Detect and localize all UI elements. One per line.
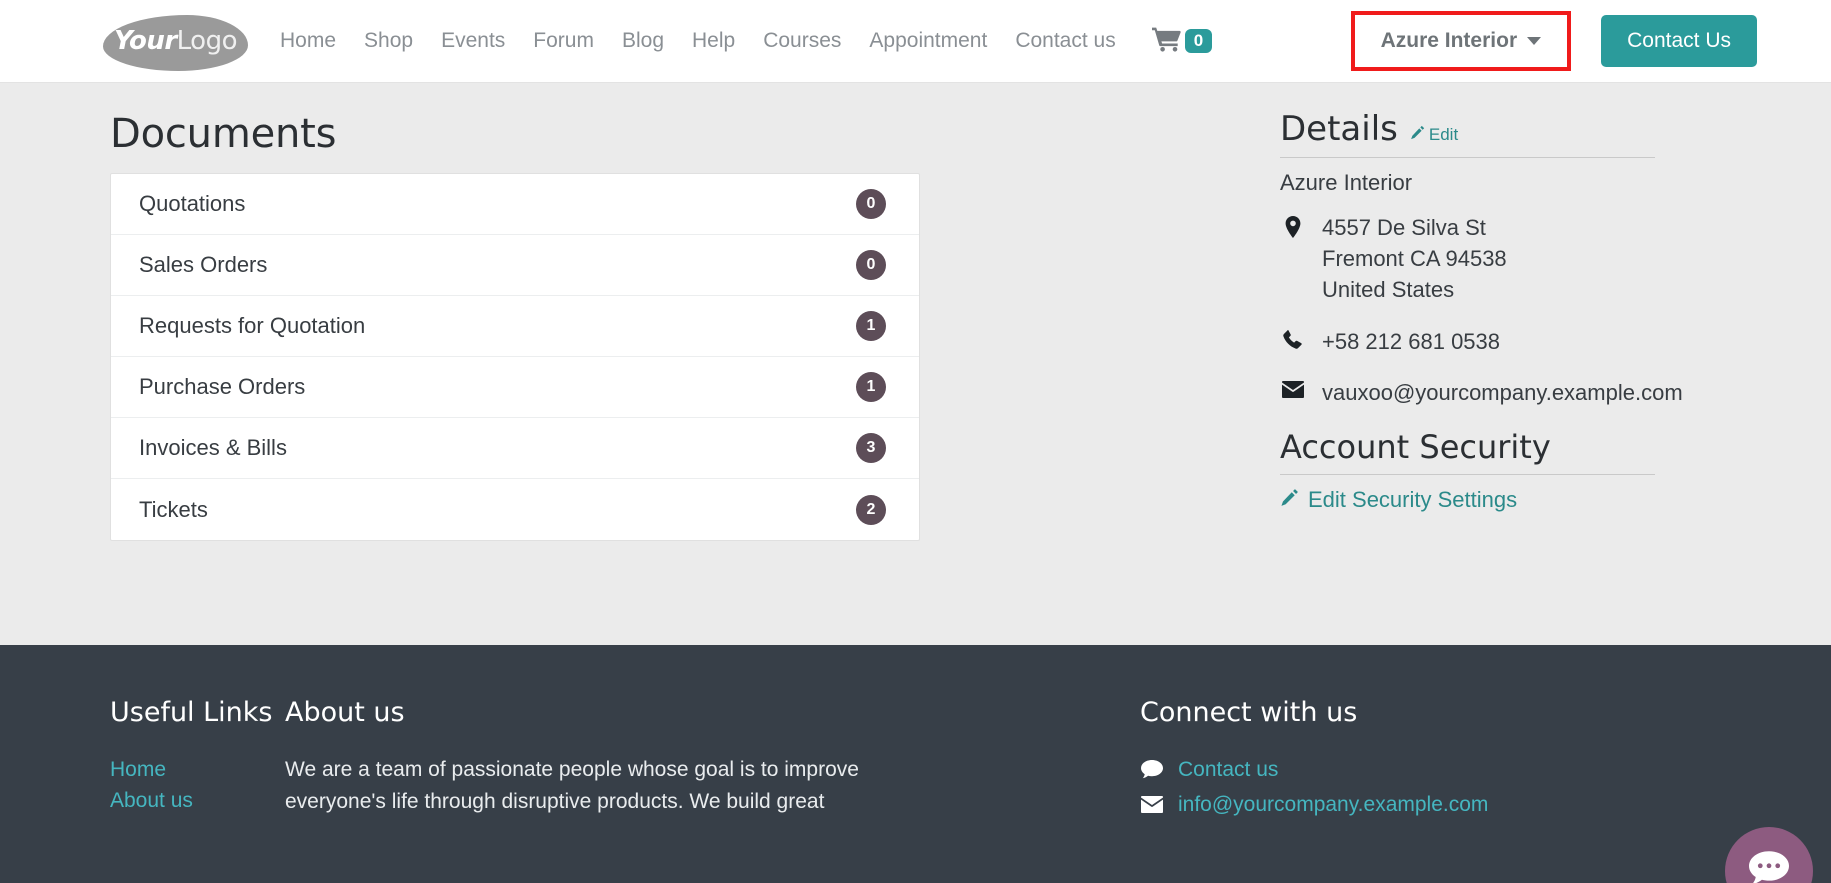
details-title: Details [1280, 109, 1398, 149]
address-line-1: 4557 De Silva St [1322, 215, 1486, 240]
logo-text: Your Logo [103, 11, 248, 71]
logo-text-secondary: Logo [176, 26, 238, 56]
edit-details-link[interactable]: Edit [1410, 125, 1458, 145]
edit-security-settings-link[interactable]: Edit Security Settings [1280, 487, 1517, 513]
account-security-title: Account Security [1280, 428, 1551, 467]
details-company-name: Azure Interior [1280, 170, 1413, 195]
footer-link-contact-us[interactable]: Contact us [1178, 754, 1278, 785]
document-row-quotations[interactable]: Quotations 0 [111, 174, 919, 235]
chat-icon [1140, 760, 1164, 779]
map-pin-icon [1280, 212, 1306, 238]
edit-details-label: Edit [1428, 125, 1459, 144]
document-row-requests-for-quotation[interactable]: Requests for Quotation 1 [111, 296, 919, 357]
documents-list: Quotations 0 Sales Orders 0 Requests for… [110, 173, 920, 541]
footer-about-us-text: We are a team of passionate people whose… [285, 758, 859, 813]
pencil-icon [1410, 125, 1425, 145]
page-title: Documents [110, 111, 337, 157]
documents-column: Documents Quotations 0 Sales Orders 0 Re… [0, 83, 1280, 645]
chevron-down-icon [1527, 37, 1542, 45]
document-label: Purchase Orders [139, 374, 306, 399]
details-address: 4557 De Silva St Fremont CA 94538 United… [1322, 212, 1507, 306]
footer-useful-links-title: Useful Links [110, 697, 273, 728]
details-phone: +58 212 681 0538 [1322, 328, 1501, 354]
footer-link-about-us[interactable]: About us [110, 785, 285, 816]
main-navigation: Home Shop Events Forum Blog Help Courses… [266, 21, 1130, 61]
contact-us-button[interactable]: Contact Us [1601, 15, 1757, 67]
cart-button[interactable]: 0 [1151, 26, 1213, 57]
document-count-badge: 2 [856, 494, 886, 525]
address-line-3: United States [1322, 277, 1455, 303]
footer-link-email[interactable]: info@yourcompany.example.com [1178, 789, 1488, 820]
logo-text-primary: Your [113, 26, 177, 56]
edit-security-settings-label: Edit Security Settings [1308, 487, 1518, 513]
site-logo[interactable]: Your Logo [103, 11, 248, 71]
nav-item-courses[interactable]: Courses [749, 21, 855, 61]
footer-contact-us-item[interactable]: Contact us [1140, 754, 1831, 785]
document-label: Quotations [139, 191, 246, 216]
details-address-row: 4557 De Silva St Fremont CA 94538 United… [1280, 212, 1821, 306]
nav-item-shop[interactable]: Shop [350, 21, 427, 61]
footer-email-item[interactable]: info@yourcompany.example.com [1140, 789, 1831, 820]
document-count-badge: 1 [856, 372, 886, 402]
details-email: vauxoo@yourcompany.example.com [1322, 379, 1683, 405]
site-footer: Useful Links Home About us About us We a… [0, 645, 1831, 883]
user-menu-highlight-box: Azure Interior [1350, 11, 1572, 71]
main-content: Documents Quotations 0 Sales Orders 0 Re… [0, 83, 1831, 645]
document-count-badge: 1 [856, 311, 886, 341]
user-account-dropdown[interactable]: Azure Interior [1363, 19, 1560, 63]
chat-bubble-icon [1749, 851, 1789, 883]
cart-count-badge: 0 [1184, 29, 1213, 53]
user-account-label: Azure Interior [1380, 29, 1518, 52]
document-label: Sales Orders [139, 252, 268, 277]
shopping-cart-icon [1151, 26, 1182, 57]
nav-item-home[interactable]: Home [266, 21, 350, 61]
details-phone-row: +58 212 681 0538 [1280, 326, 1821, 357]
details-divider [1280, 157, 1655, 158]
account-security-divider [1280, 474, 1655, 476]
document-row-invoices-and-bills[interactable]: Invoices & Bills 3 [111, 418, 919, 479]
nav-item-forum[interactable]: Forum [519, 21, 608, 61]
document-row-sales-orders[interactable]: Sales Orders 0 [111, 235, 919, 296]
footer-about-us-title: About us [285, 697, 405, 728]
details-column: Details Edit Azure Interior 4557 De Silv… [1280, 83, 1831, 645]
site-header: Your Logo Home Shop Events Forum Blog Hel… [0, 0, 1831, 83]
nav-item-appointment[interactable]: Appointment [855, 21, 1001, 61]
document-label: Requests for Quotation [139, 313, 366, 338]
envelope-icon [1140, 796, 1164, 814]
document-row-tickets[interactable]: Tickets 2 [111, 479, 919, 540]
address-line-2: Fremont CA 94538 [1322, 246, 1507, 272]
envelope-icon [1280, 377, 1306, 398]
document-count-badge: 3 [856, 433, 886, 463]
document-row-purchase-orders[interactable]: Purchase Orders 1 [111, 357, 919, 418]
details-header: Details Edit [1280, 109, 1821, 149]
nav-item-contact-us[interactable]: Contact us [1001, 21, 1129, 61]
document-count-badge: 0 [856, 189, 886, 219]
nav-item-help[interactable]: Help [678, 21, 749, 61]
footer-connect-title: Connect with us [1140, 697, 1358, 728]
pencil-icon [1280, 487, 1299, 513]
footer-useful-links: Useful Links Home About us [0, 697, 285, 883]
document-label: Tickets [139, 496, 208, 522]
footer-about-us: About us We are a team of passionate peo… [285, 697, 1140, 883]
document-label: Invoices & Bills [139, 435, 287, 460]
details-email-row: vauxoo@yourcompany.example.com [1280, 377, 1821, 408]
document-count-badge: 0 [856, 250, 886, 280]
phone-icon [1280, 326, 1306, 350]
nav-item-events[interactable]: Events [427, 21, 519, 61]
nav-item-blog[interactable]: Blog [608, 21, 678, 61]
footer-link-home[interactable]: Home [110, 754, 285, 785]
header-right-actions: Azure Interior Contact Us [1350, 11, 1813, 71]
